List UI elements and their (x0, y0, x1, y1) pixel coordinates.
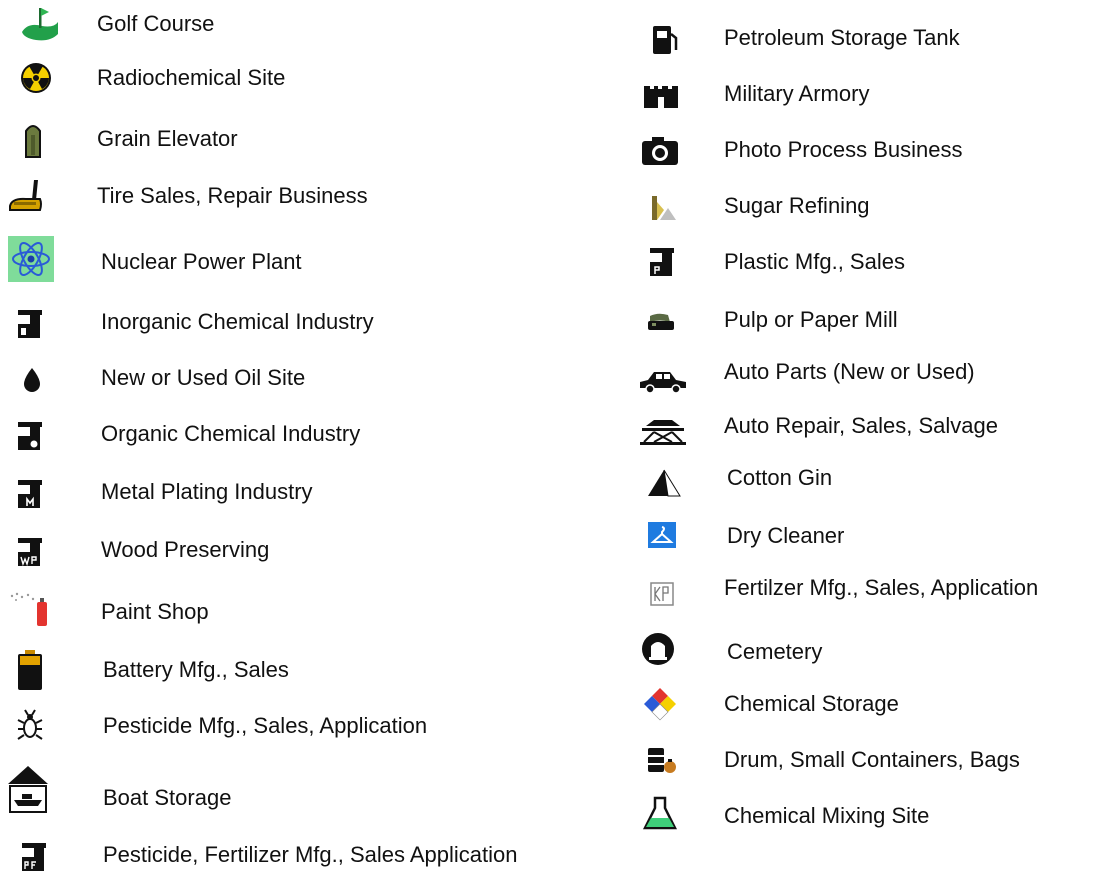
legend-label: Dry Cleaner (727, 523, 845, 548)
legend-label: Organic Chemical Industry (101, 421, 361, 446)
factory-wp-icon (14, 534, 54, 574)
flask-icon (642, 796, 682, 836)
drums-icon (646, 746, 686, 786)
legend-label: Golf Course (97, 11, 215, 36)
legend-label: Pesticide Mfg., Sales, Application (103, 713, 428, 738)
factory-icon (14, 306, 54, 346)
legend-label: Chemical Mixing Site (724, 803, 930, 828)
legend-label: Plastic Mfg., Sales (724, 249, 905, 274)
legend-label: Fertilzer Mfg., Sales, Application (724, 575, 1039, 600)
camera-icon (640, 132, 680, 172)
tombstone-icon (641, 632, 681, 672)
castle-icon (642, 80, 682, 120)
legend-label: Petroleum Storage Tank (724, 25, 960, 50)
legend-label: Radiochemical Site (97, 65, 286, 90)
legend-label: Inorganic Chemical Industry (101, 309, 374, 334)
hanger-icon (648, 522, 688, 562)
car-icon (638, 360, 688, 400)
legend-label: Paint Shop (101, 599, 209, 624)
legend-label: Sugar Refining (724, 193, 870, 218)
legend-label: Drum, Small Containers, Bags (724, 747, 1020, 772)
car-lift-icon (638, 412, 688, 452)
legend-label: Metal Plating Industry (101, 479, 313, 504)
factory-p-icon (646, 244, 686, 284)
legend-label: Pesticide, Fertilizer Mfg., Sales Applic… (103, 842, 518, 867)
factory-m-icon (14, 476, 54, 516)
factory-o-icon (14, 418, 54, 458)
tire-icon (6, 176, 46, 216)
legend-label: Cemetery (727, 639, 823, 664)
sugar-icon (650, 192, 690, 232)
oil-drop-icon (22, 364, 62, 404)
battery-icon (16, 650, 56, 690)
factory-pf-icon (18, 839, 58, 879)
legend-label: Auto Parts (New or Used) (724, 359, 975, 384)
hazard-diamond-icon (642, 686, 682, 726)
golf-course-icon (20, 4, 60, 44)
legend-label: Pulp or Paper Mill (724, 307, 898, 332)
grain-elevator-icon (20, 119, 60, 159)
legend-label: Military Armory (724, 81, 870, 106)
legend: Golf Course Radiochemical Site Grain Ele… (0, 0, 1110, 873)
triangle-icon (646, 466, 686, 506)
legend-label: Nuclear Power Plant (101, 249, 302, 274)
legend-label: Wood Preserving (101, 537, 270, 562)
legend-label: Chemical Storage (724, 691, 899, 716)
spray-can-icon (8, 588, 58, 628)
bug-icon (16, 708, 56, 748)
boat-storage-icon (6, 764, 50, 814)
legend-label: Battery Mfg., Sales (103, 657, 289, 682)
paper-mill-icon (646, 306, 686, 346)
atom-icon (8, 236, 54, 282)
legend-label: Cotton Gin (727, 465, 833, 490)
fuel-pump-icon (649, 22, 689, 62)
legend-label: Photo Process Business (724, 137, 963, 162)
legend-label: Tire Sales, Repair Business (97, 183, 368, 208)
legend-label: Auto Repair, Sales, Salvage (724, 413, 998, 438)
fertilizer-icon (650, 582, 690, 622)
legend-label: Grain Elevator (97, 126, 238, 151)
legend-label: Boat Storage (103, 785, 232, 810)
radiation-icon (20, 62, 60, 102)
legend-label: New or Used Oil Site (101, 365, 306, 390)
